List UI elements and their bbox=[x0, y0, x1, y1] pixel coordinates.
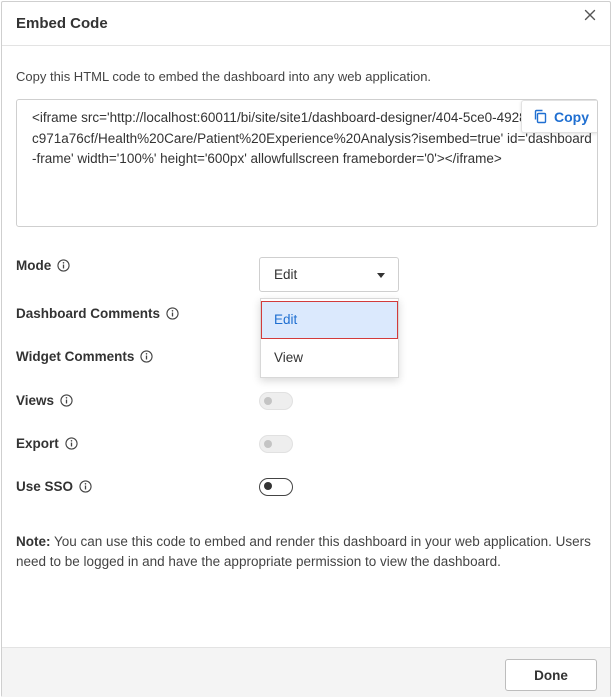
use-sso-toggle-knob bbox=[263, 482, 272, 490]
dialog-title: Embed Code bbox=[16, 15, 108, 32]
dialog-description: Copy this HTML code to embed the dashboa… bbox=[16, 69, 432, 84]
export-info-icon[interactable] bbox=[65, 437, 78, 450]
mode-select-value: Edit bbox=[274, 267, 298, 282]
embed-code-dialog: Embed Code Copy this HTML code to embed … bbox=[1, 1, 611, 697]
note-prefix: Note: bbox=[16, 534, 51, 549]
mode-dropdown-list: Edit View bbox=[260, 298, 399, 378]
mode-info-icon[interactable] bbox=[57, 259, 70, 272]
views-toggle-knob bbox=[264, 396, 272, 405]
copy-button[interactable]: Copy bbox=[521, 100, 597, 133]
dashboard-comments-info-icon[interactable] bbox=[166, 307, 179, 320]
views-toggle[interactable] bbox=[259, 392, 293, 410]
widget-comments-info-icon[interactable] bbox=[140, 350, 154, 363]
mode-option-view[interactable]: View bbox=[261, 339, 398, 377]
dialog-header: Embed Code bbox=[2, 2, 610, 46]
views-label: Views bbox=[16, 393, 73, 408]
export-label: Export bbox=[16, 436, 78, 451]
mode-select[interactable]: Edit bbox=[259, 257, 399, 292]
embed-code-box[interactable]: <iframe src='http://localhost:60011/bi/s… bbox=[16, 99, 598, 227]
use-sso-label: Use SSO bbox=[16, 479, 92, 494]
dashboard-comments-label: Dashboard Comments bbox=[16, 306, 179, 321]
mode-label: Mode bbox=[16, 258, 70, 273]
use-sso-info-icon[interactable] bbox=[79, 480, 92, 493]
copy-label: Copy bbox=[554, 109, 589, 125]
views-info-icon[interactable] bbox=[60, 394, 73, 407]
mode-option-edit[interactable]: Edit bbox=[261, 301, 398, 339]
embed-code-text[interactable]: <iframe src='http://localhost:60011/bi/s… bbox=[32, 108, 592, 170]
export-toggle[interactable] bbox=[259, 435, 293, 453]
use-sso-toggle[interactable] bbox=[259, 478, 293, 496]
close-button[interactable] bbox=[582, 7, 598, 23]
close-icon bbox=[584, 9, 596, 21]
dialog-footer: Done bbox=[2, 647, 610, 697]
widget-comments-label: Widget Comments bbox=[16, 349, 154, 364]
chevron-down-icon bbox=[377, 273, 385, 278]
done-button[interactable]: Done bbox=[505, 659, 597, 691]
copy-icon bbox=[534, 109, 547, 124]
note-text: Note: You can use this code to embed and… bbox=[16, 532, 596, 572]
note-body: You can use this code to embed and rende… bbox=[16, 534, 591, 569]
export-toggle-knob bbox=[264, 439, 272, 448]
